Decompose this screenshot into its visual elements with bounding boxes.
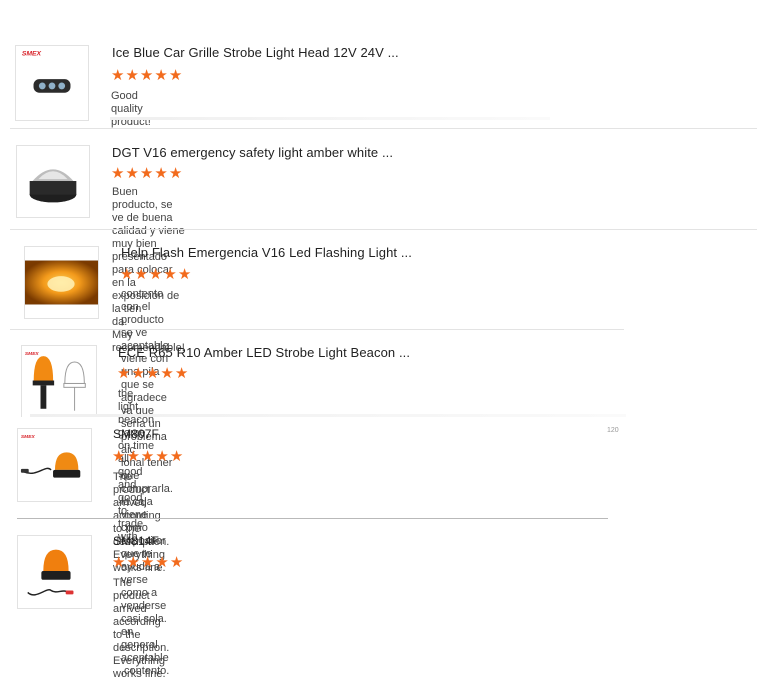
review-text: Good quality product! [111,90,151,128]
divider [10,128,757,129]
star-icon: ★ [112,553,126,571]
star-icon: ★ [169,447,184,465]
product-title[interactable]: Help Flash Emergencia V16 Led Flashing L… [121,245,412,260]
help-flash-glowing-light-image [25,260,98,305]
star-icon: ★ [177,265,192,283]
star-rating: ★ ★ ★ ★ ★ [112,449,183,464]
star-rating: ★ ★ ★ ★ ★ [111,68,182,83]
star-icon: ★ [154,164,168,182]
star-icon: ★ [111,164,125,182]
star-icon: ★ [131,364,145,382]
product-title[interactable]: ECE R65 R10 Amber LED Strobe Light Beaco… [118,345,410,360]
star-icon: ★ [154,66,168,84]
star-icon: ★ [148,265,163,283]
clipped-fragment: 120 [607,427,619,434]
product-title[interactable]: SM814F [113,534,159,548]
star-icon: ★ [145,364,160,382]
star-rating: ★ ★ ★ ★ ★ [120,267,191,282]
star-icon: ★ [140,553,155,571]
star-icon: ★ [120,265,134,283]
star-icon: ★ [112,447,126,465]
product-thumbnail[interactable]: SMEX [15,45,89,121]
brand-logo: SMEX [25,351,40,357]
product-thumbnail[interactable]: SMEX [21,345,97,417]
star-rating: ★ ★ ★ ★ ★ [112,555,183,570]
star-icon: ★ [134,265,148,283]
star-icon: ★ [155,553,169,571]
magnetic-beacon-image: SMEX [20,434,81,478]
star-icon: ★ [168,66,183,84]
brand-logo: SMEX [21,434,36,440]
star-rating: ★ ★ ★ ★ ★ [111,166,182,181]
product-thumbnail[interactable]: SMEX [17,428,92,502]
star-icon: ★ [125,66,139,84]
star-icon: ★ [126,553,140,571]
star-icon: ★ [174,364,189,382]
product-title[interactable]: SM807F [113,427,159,441]
star-icon: ★ [125,164,139,182]
star-icon: ★ [117,364,131,382]
v16-dome-light-image [29,169,77,203]
star-rating: ★ ★ ★ ★ ★ [117,366,188,381]
star-icon: ★ [163,265,177,283]
star-icon: ★ [160,364,174,382]
star-icon: ★ [140,447,155,465]
product-thumbnail[interactable] [17,535,92,609]
star-icon: ★ [168,164,183,182]
product-title[interactable]: Ice Blue Car Grille Strobe Light Head 12… [112,45,399,60]
magnetic-beacon-orange-image [27,549,74,596]
star-icon: ★ [139,164,154,182]
star-icon: ★ [111,66,125,84]
star-icon: ★ [126,447,140,465]
divider [10,329,624,330]
divider [17,518,608,519]
star-icon: ★ [139,66,154,84]
product-thumbnail[interactable] [24,246,99,319]
divider [110,117,550,120]
product-title[interactable]: DGT V16 emergency safety light amber whi… [112,145,393,160]
brand-logo: SMEX [22,51,42,58]
grille-strobe-light-image: SMEX [22,51,71,93]
product-thumbnail[interactable] [16,145,90,218]
divider [10,229,757,230]
divider [30,414,626,417]
amber-beacon-pole-image: SMEX [25,351,86,411]
review-text: The product arrived according to the des… [113,577,170,680]
star-icon: ★ [155,447,169,465]
star-icon: ★ [169,553,184,571]
